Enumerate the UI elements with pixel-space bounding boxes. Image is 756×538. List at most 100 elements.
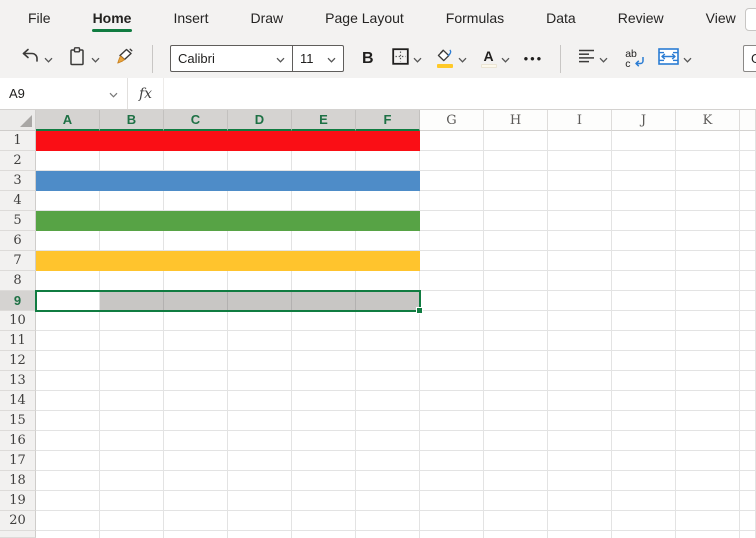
cell-K3[interactable] bbox=[676, 171, 740, 191]
wrap-text-button[interactable]: ab c bbox=[618, 44, 648, 74]
cell-D4[interactable] bbox=[228, 191, 292, 211]
cell-E15[interactable] bbox=[292, 411, 356, 431]
cell-H8[interactable] bbox=[484, 271, 548, 291]
cell-E11[interactable] bbox=[292, 331, 356, 351]
cell-C5[interactable] bbox=[164, 211, 228, 231]
cell-G14[interactable] bbox=[420, 391, 484, 411]
cell-C13[interactable] bbox=[164, 371, 228, 391]
cell-K8[interactable] bbox=[676, 271, 740, 291]
cell-H20[interactable] bbox=[484, 511, 548, 531]
cell-C21[interactable] bbox=[164, 531, 228, 538]
row-header-13[interactable]: 13 bbox=[0, 371, 36, 391]
cell-D11[interactable] bbox=[228, 331, 292, 351]
cell-D13[interactable] bbox=[228, 371, 292, 391]
cell-K4[interactable] bbox=[676, 191, 740, 211]
cell-E21[interactable] bbox=[292, 531, 356, 538]
cell-K16[interactable] bbox=[676, 431, 740, 451]
column-header-D[interactable]: D bbox=[228, 110, 292, 131]
cell-J14[interactable] bbox=[612, 391, 676, 411]
cell-H17[interactable] bbox=[484, 451, 548, 471]
row-header-3[interactable]: 3 bbox=[0, 171, 36, 191]
cell-I11[interactable] bbox=[548, 331, 612, 351]
cell-B19[interactable] bbox=[100, 491, 164, 511]
cell-F17[interactable] bbox=[356, 451, 420, 471]
row-header-10[interactable]: 10 bbox=[0, 311, 36, 331]
cell-H3[interactable] bbox=[484, 171, 548, 191]
cell-G5[interactable] bbox=[420, 211, 484, 231]
cell-G4[interactable] bbox=[420, 191, 484, 211]
cell-A5[interactable] bbox=[36, 211, 100, 231]
cell-E18[interactable] bbox=[292, 471, 356, 491]
cell-H6[interactable] bbox=[484, 231, 548, 251]
cell-B4[interactable] bbox=[100, 191, 164, 211]
cell-A4[interactable] bbox=[36, 191, 100, 211]
menu-item-file[interactable]: File bbox=[26, 9, 53, 36]
alignment-button[interactable] bbox=[574, 44, 612, 74]
cell-C17[interactable] bbox=[164, 451, 228, 471]
cell-E10[interactable] bbox=[292, 311, 356, 331]
cell-A18[interactable] bbox=[36, 471, 100, 491]
cell-H16[interactable] bbox=[484, 431, 548, 451]
cell-C19[interactable] bbox=[164, 491, 228, 511]
cell-F5[interactable] bbox=[356, 211, 420, 231]
font-size-select[interactable]: 11 bbox=[293, 46, 343, 71]
cell-E2[interactable] bbox=[292, 151, 356, 171]
cell-K10[interactable] bbox=[676, 311, 740, 331]
cell-A8[interactable] bbox=[36, 271, 100, 291]
cell-G3[interactable] bbox=[420, 171, 484, 191]
cell-K9[interactable] bbox=[676, 291, 740, 311]
cell-H21[interactable] bbox=[484, 531, 548, 538]
cell-I10[interactable] bbox=[548, 311, 612, 331]
cell-C18[interactable] bbox=[164, 471, 228, 491]
cell-H9[interactable] bbox=[484, 291, 548, 311]
cell-J11[interactable] bbox=[612, 331, 676, 351]
cell-D6[interactable] bbox=[228, 231, 292, 251]
cell-E6[interactable] bbox=[292, 231, 356, 251]
cell-A14[interactable] bbox=[36, 391, 100, 411]
cell-K11[interactable] bbox=[676, 331, 740, 351]
cell-I4[interactable] bbox=[548, 191, 612, 211]
cell-F6[interactable] bbox=[356, 231, 420, 251]
cell-C8[interactable] bbox=[164, 271, 228, 291]
cell-K20[interactable] bbox=[676, 511, 740, 531]
cell-F13[interactable] bbox=[356, 371, 420, 391]
cell-J17[interactable] bbox=[612, 451, 676, 471]
cell-J2[interactable] bbox=[612, 151, 676, 171]
cell-D2[interactable] bbox=[228, 151, 292, 171]
cell-C9[interactable] bbox=[164, 291, 228, 311]
cell-B21[interactable] bbox=[100, 531, 164, 538]
cell-F12[interactable] bbox=[356, 351, 420, 371]
cell-I21[interactable] bbox=[548, 531, 612, 538]
menu-item-draw[interactable]: Draw bbox=[248, 9, 285, 36]
cell-J3[interactable] bbox=[612, 171, 676, 191]
column-header-B[interactable]: B bbox=[100, 110, 164, 131]
cell-A3[interactable] bbox=[36, 171, 100, 191]
cell-J13[interactable] bbox=[612, 371, 676, 391]
cell-H13[interactable] bbox=[484, 371, 548, 391]
cell-I1[interactable] bbox=[548, 131, 612, 151]
cell-D18[interactable] bbox=[228, 471, 292, 491]
cell-K15[interactable] bbox=[676, 411, 740, 431]
cell-I6[interactable] bbox=[548, 231, 612, 251]
cell-J16[interactable] bbox=[612, 431, 676, 451]
cell-F15[interactable] bbox=[356, 411, 420, 431]
cell-G9[interactable] bbox=[420, 291, 484, 311]
cell-E8[interactable] bbox=[292, 271, 356, 291]
cell-K7[interactable] bbox=[676, 251, 740, 271]
number-format-select[interactable]: G bbox=[743, 45, 756, 72]
cell-B14[interactable] bbox=[100, 391, 164, 411]
cell-K1[interactable] bbox=[676, 131, 740, 151]
cell-G8[interactable] bbox=[420, 271, 484, 291]
cell-B7[interactable] bbox=[100, 251, 164, 271]
cell-I5[interactable] bbox=[548, 211, 612, 231]
active-cell-A9[interactable] bbox=[36, 291, 100, 311]
cell-C2[interactable] bbox=[164, 151, 228, 171]
name-box[interactable]: A9 bbox=[0, 78, 128, 109]
cell-H7[interactable] bbox=[484, 251, 548, 271]
cell-I9[interactable] bbox=[548, 291, 612, 311]
cell-B1[interactable] bbox=[100, 131, 164, 151]
column-header-G[interactable]: G bbox=[420, 110, 484, 131]
cell-A6[interactable] bbox=[36, 231, 100, 251]
cell-K2[interactable] bbox=[676, 151, 740, 171]
cell-H18[interactable] bbox=[484, 471, 548, 491]
